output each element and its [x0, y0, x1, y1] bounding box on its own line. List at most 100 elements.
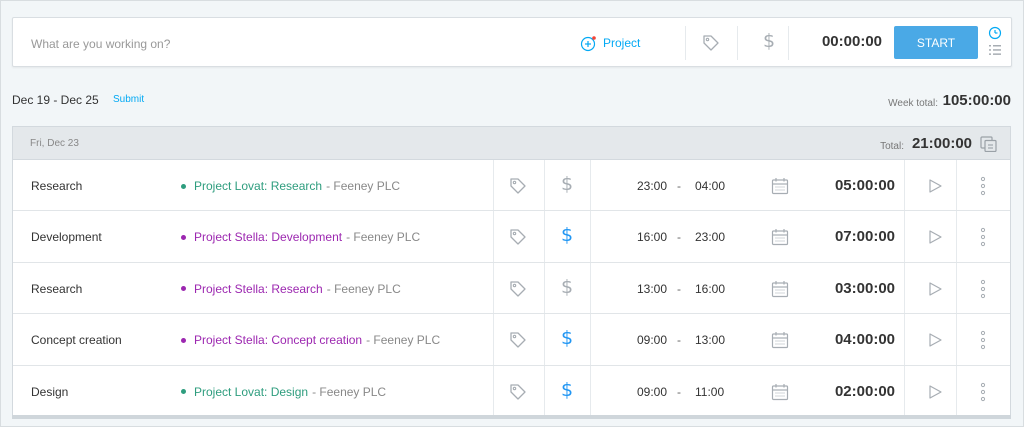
more-vertical-icon[interactable]	[979, 279, 987, 299]
tag-icon[interactable]	[508, 176, 528, 196]
billable-toggle[interactable]: $	[561, 327, 573, 349]
time-separator: -	[677, 281, 681, 296]
client-name: - Feeney PLC	[326, 179, 401, 193]
duplicate-icon[interactable]	[980, 136, 997, 152]
description-input[interactable]	[31, 35, 551, 53]
tag-icon[interactable]	[508, 382, 528, 402]
billable-toggle[interactable]: $	[763, 30, 775, 52]
entry-project[interactable]: Project Stella: Research - Feeney PLC	[181, 282, 401, 296]
calendar-icon[interactable]	[771, 177, 789, 195]
list-icon[interactable]	[988, 44, 1002, 56]
project-color-dot	[181, 389, 186, 395]
entry-description[interactable]: Research	[31, 179, 82, 193]
day-date: Fri, Dec 23	[30, 138, 79, 149]
submit-link[interactable]: Submit	[113, 94, 144, 105]
divider	[493, 262, 494, 314]
play-icon[interactable]	[927, 384, 943, 400]
divider	[590, 262, 591, 314]
divider	[956, 160, 957, 211]
entry-project[interactable]: Project Stella: Concept creation - Feene…	[181, 333, 440, 347]
entry-project[interactable]: Project Stella: Development - Feeney PLC	[181, 230, 420, 244]
time-entry-row: Concept creation Project Stella: Concept…	[13, 314, 1010, 366]
more-vertical-icon[interactable]	[979, 227, 987, 247]
tag-icon[interactable]	[508, 330, 528, 350]
project-color-dot	[181, 183, 186, 189]
more-vertical-icon[interactable]	[979, 176, 987, 196]
project-button-label: Project	[603, 36, 641, 50]
entry-end-time[interactable]: 16:00	[695, 282, 741, 296]
entry-start-time[interactable]: 09:00	[621, 385, 667, 399]
more-vertical-icon[interactable]	[979, 382, 987, 402]
entry-start-time[interactable]: 23:00	[621, 179, 667, 193]
divider	[590, 314, 591, 365]
entry-description[interactable]: Development	[31, 230, 102, 244]
client-name: - Feeney PLC	[346, 230, 421, 245]
entry-end-time[interactable]: 11:00	[695, 385, 741, 399]
project-color-dot	[181, 234, 186, 240]
tag-icon[interactable]	[508, 227, 528, 247]
more-vertical-icon[interactable]	[979, 330, 987, 350]
divider	[737, 26, 738, 60]
divider	[788, 26, 789, 60]
calendar-icon[interactable]	[771, 228, 789, 246]
entry-project[interactable]: Project Lovat: Research - Feeney PLC	[181, 179, 400, 193]
entry-duration[interactable]: 04:00:00	[821, 331, 909, 348]
plus-circle-icon	[580, 35, 596, 51]
week-total-value: 105:00:00	[942, 92, 1011, 109]
play-icon[interactable]	[927, 229, 943, 245]
entry-end-time[interactable]: 23:00	[695, 230, 741, 244]
divider	[956, 365, 957, 417]
entry-description[interactable]: Concept creation	[31, 333, 122, 347]
project-picker-button[interactable]: Project	[580, 32, 640, 54]
calendar-icon[interactable]	[771, 383, 789, 401]
time-entry-row: Research Project Lovat: Research - Feene…	[13, 160, 1010, 212]
project-name: Project Stella: Development	[194, 230, 343, 245]
clock-icon[interactable]	[988, 26, 1002, 40]
time-separator: -	[677, 230, 681, 245]
project-color-dot	[181, 337, 186, 343]
divider	[544, 314, 545, 365]
time-entry-row: Development Project Stella: Development …	[13, 211, 1010, 263]
time-separator: -	[677, 384, 681, 399]
divider	[956, 262, 957, 314]
entry-duration[interactable]: 02:00:00	[821, 383, 909, 400]
time-entry-row: Research Project Stella: Research - Feen…	[13, 262, 1010, 315]
calendar-icon[interactable]	[771, 280, 789, 298]
entry-start-time[interactable]: 16:00	[621, 230, 667, 244]
play-icon[interactable]	[927, 281, 943, 297]
tag-icon[interactable]	[701, 33, 721, 53]
entry-description[interactable]: Research	[31, 282, 82, 296]
project-name: Project Stella: Concept creation	[194, 333, 363, 348]
entry-description[interactable]: Design	[31, 385, 68, 399]
billable-toggle[interactable]: $	[561, 173, 573, 195]
calendar-icon[interactable]	[771, 331, 789, 349]
divider	[590, 160, 591, 211]
entry-start-time[interactable]: 13:00	[621, 282, 667, 296]
entry-duration[interactable]: 03:00:00	[821, 280, 909, 297]
week-range: Dec 19 - Dec 25	[12, 93, 99, 107]
entry-duration[interactable]: 05:00:00	[821, 177, 909, 194]
project-color-dot	[181, 286, 186, 292]
billable-toggle[interactable]: $	[561, 224, 573, 246]
client-name: - Feeney PLC	[326, 281, 401, 296]
divider	[544, 365, 545, 417]
time-entry-row: Design Project Lovat: Design - Feeney PL…	[13, 365, 1010, 417]
project-name: Project Lovat: Design	[194, 384, 309, 399]
time-separator: -	[677, 179, 681, 193]
start-button[interactable]: START	[894, 26, 978, 59]
divider	[904, 211, 905, 262]
entry-end-time[interactable]: 04:00	[695, 179, 741, 193]
divider	[685, 26, 686, 60]
entry-project[interactable]: Project Lovat: Design - Feeney PLC	[181, 385, 386, 399]
play-icon[interactable]	[927, 178, 943, 194]
play-icon[interactable]	[927, 332, 943, 348]
divider	[956, 211, 957, 262]
entry-end-time[interactable]: 13:00	[695, 333, 741, 347]
divider	[544, 262, 545, 314]
billable-toggle[interactable]: $	[561, 276, 573, 298]
tag-icon[interactable]	[508, 279, 528, 299]
entry-duration[interactable]: 07:00:00	[821, 228, 909, 245]
entry-start-time[interactable]: 09:00	[621, 333, 667, 347]
billable-toggle[interactable]: $	[561, 379, 573, 401]
divider	[956, 314, 957, 365]
